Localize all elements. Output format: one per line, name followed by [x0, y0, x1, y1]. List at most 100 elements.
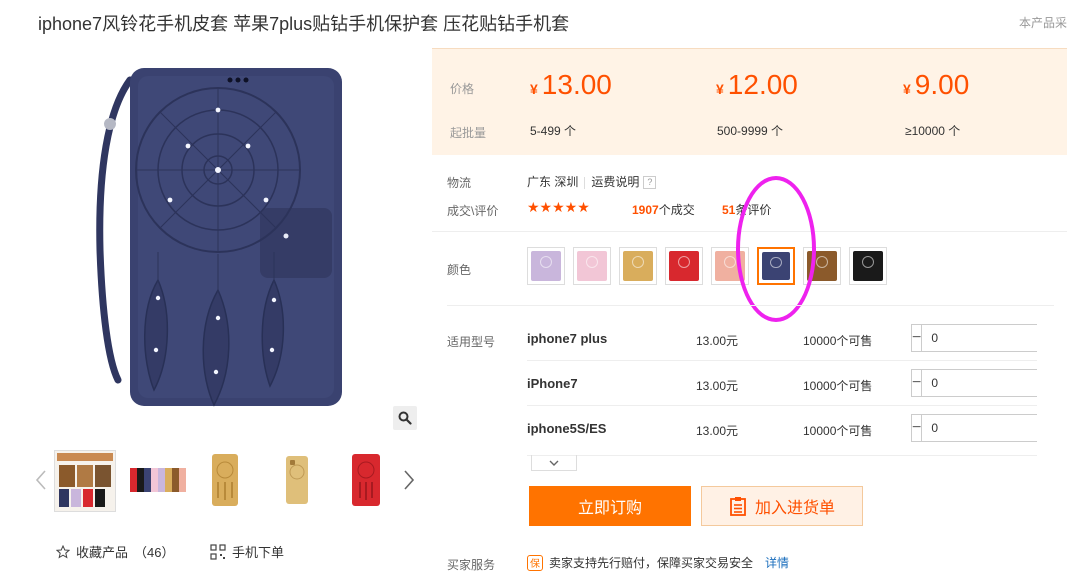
favorite-button[interactable]: 收藏产品 （46）	[56, 542, 174, 561]
decrease-button[interactable]: −	[912, 325, 923, 351]
model-row: iphone5S/ES 13.00元 10000个可售 − +	[527, 414, 1067, 444]
moq-label: 起批量	[450, 126, 487, 140]
main-product-image[interactable]	[38, 50, 418, 430]
price-value: 13.00	[541, 69, 612, 100]
add-to-list-label: 加入进货单	[754, 500, 835, 517]
section-divider	[447, 305, 1054, 306]
dreamcatcher-motif	[632, 256, 644, 269]
decrease-button[interactable]: −	[912, 370, 923, 396]
corner-note: 本产品采	[1018, 16, 1067, 30]
deals-label: 成交\评价	[447, 204, 499, 218]
review-number: 51	[722, 203, 736, 217]
dreamcatcher-motif	[862, 256, 874, 269]
deal-suffix: 个成交	[658, 203, 695, 217]
currency-symbol: ¥	[903, 81, 911, 97]
model-name: iPhone7	[527, 376, 578, 391]
swatch-preview	[623, 251, 653, 281]
row-divider	[527, 405, 1037, 406]
dreamcatcher-motif	[586, 256, 598, 269]
dreamcatcher-motif	[816, 256, 828, 269]
swatch-preview	[669, 251, 699, 281]
buyer-service-info: 保 卖家支持先行赔付，保障买家交易安全 详情	[527, 554, 789, 571]
thumb-prev-button[interactable]	[34, 468, 48, 492]
guarantee-text: 卖家支持先行赔付，保障买家交易安全	[549, 556, 754, 570]
thumbnail-5[interactable]	[336, 450, 398, 512]
thumbnail-4[interactable]	[266, 450, 328, 512]
logistics-label: 物流	[447, 176, 472, 190]
chevron-right-icon	[404, 470, 415, 490]
origin-location: 广东 深圳	[527, 175, 579, 189]
phone-case-image	[96, 68, 342, 407]
quantity-input[interactable]	[922, 325, 1067, 351]
color-label: 颜色	[447, 263, 472, 277]
deal-count[interactable]: 1907个成交	[632, 201, 695, 218]
model-label: 适用型号	[447, 335, 496, 349]
buyer-service-label: 买家服务	[447, 558, 496, 572]
add-to-list-button[interactable]: 加入进货单	[701, 486, 863, 526]
model-price: 13.00元	[696, 334, 739, 348]
model-row: iPhone7 13.00元 10000个可售 − +	[527, 369, 1067, 399]
model-price: 13.00元	[696, 379, 739, 393]
color-swatch-gold[interactable]	[619, 247, 657, 285]
magnifier-icon	[398, 411, 412, 425]
color-swatch-black[interactable]	[849, 247, 887, 285]
mobile-order-label: 手机下单	[232, 545, 285, 560]
color-variants-thumb-icon	[128, 450, 188, 510]
swatch-preview	[577, 251, 607, 281]
thumbnail-2[interactable]	[128, 450, 190, 512]
logistics-info: 广东 深圳 运费说明?	[527, 173, 657, 190]
color-swatch-red[interactable]	[665, 247, 703, 285]
color-swatch-pink[interactable]	[573, 247, 611, 285]
swatch-preview	[531, 251, 561, 281]
row-divider	[527, 455, 1037, 456]
guarantee-icon: 保	[527, 554, 543, 571]
rating-stars: ★★★★★	[527, 199, 590, 215]
favorite-label: 收藏产品	[76, 545, 129, 560]
dreamcatcher-motif	[540, 256, 552, 269]
model-stock: 10000个可售	[803, 424, 873, 438]
moq-range-2: 500-9999 个	[717, 124, 784, 138]
quantity-stepper: − +	[911, 324, 1067, 352]
price-panel: 价格 起批量 ¥13.00 ¥12.00 ¥9.00 5-499 个 500-9…	[432, 48, 1067, 155]
thumb-next-button[interactable]	[402, 468, 416, 492]
quantity-input[interactable]	[922, 415, 1067, 441]
favorite-count: （46）	[134, 545, 175, 560]
chevron-down-icon	[549, 460, 559, 466]
model-row: iphone7 plus 13.00元 10000个可售 − +	[527, 324, 1067, 354]
gold-case-thumb-icon	[194, 450, 254, 510]
quantity-input[interactable]	[922, 370, 1067, 396]
price-value: 9.00	[914, 69, 970, 100]
zoom-button[interactable]	[393, 406, 417, 430]
case-collection-thumb-icon	[55, 451, 115, 511]
model-stock: 10000个可售	[803, 379, 873, 393]
left-actions: 收藏产品 （46） 手机下单	[56, 540, 426, 564]
chevron-left-icon	[35, 470, 46, 490]
row-divider	[527, 360, 1037, 361]
model-price: 13.00元	[696, 424, 739, 438]
thumbnail-3[interactable]	[194, 450, 256, 512]
expand-models-button[interactable]	[531, 455, 577, 471]
buy-now-button[interactable]: 立即订购	[529, 486, 691, 526]
color-swatch-purple[interactable]	[527, 247, 565, 285]
separator	[584, 176, 586, 189]
dreamcatcher-motif	[724, 256, 736, 269]
thumbnail-1[interactable]	[54, 450, 116, 512]
price-tier-2: ¥12.00	[716, 69, 798, 101]
dreamcatcher-motif	[678, 256, 690, 269]
model-stock: 10000个可售	[803, 334, 873, 348]
price-tier-1: ¥13.00	[530, 69, 612, 101]
decrease-button[interactable]: −	[912, 415, 923, 441]
price-label: 价格	[450, 82, 475, 96]
shipping-info-link[interactable]: 运费说明	[591, 175, 639, 189]
thumbnail-strip	[30, 446, 422, 516]
mobile-order-button[interactable]: 手机下单	[210, 542, 284, 561]
highlight-circle-annotation	[736, 176, 816, 322]
star-outline-icon	[56, 544, 70, 559]
currency-symbol: ¥	[716, 81, 724, 97]
model-name: iphone5S/ES	[527, 421, 607, 436]
help-icon[interactable]: ?	[643, 176, 657, 190]
quantity-stepper: − +	[911, 414, 1067, 442]
currency-symbol: ¥	[530, 81, 538, 97]
model-name: iphone7 plus	[527, 331, 608, 346]
guarantee-details-link[interactable]: 详情	[765, 554, 789, 571]
